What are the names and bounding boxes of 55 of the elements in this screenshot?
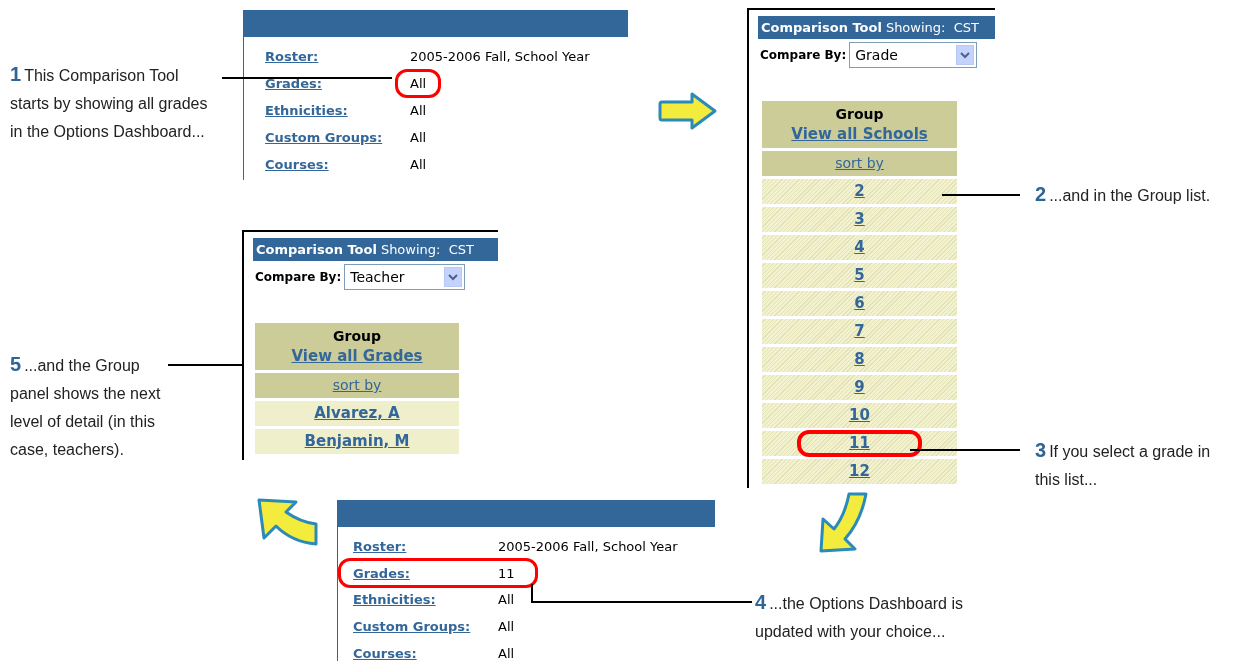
callout-text: 4...the Options Dashboard is updated with your choice... xyxy=(755,590,964,642)
dropdown-caret-icon xyxy=(956,45,975,65)
up-left-arrow-icon xyxy=(256,496,320,548)
sort-by-link[interactable]: sort by xyxy=(332,375,382,396)
dashboard-value: 2005-2006 Fall, School Year xyxy=(410,47,590,66)
dashboard-value: All xyxy=(410,155,427,174)
dashboard-value: All xyxy=(498,591,515,610)
showing-label: Showing: CST xyxy=(885,18,979,37)
dashboard-link[interactable]: Roster: xyxy=(353,536,498,557)
panel-title: Comparison Tool xyxy=(256,240,377,259)
sort-by-link[interactable]: sort by xyxy=(835,153,884,174)
dashboard-value: All xyxy=(395,68,442,99)
group-link[interactable]: 5 xyxy=(846,262,873,289)
compare-by-label: Compare By: xyxy=(760,47,847,64)
dashboard-link[interactable]: Grades: xyxy=(353,563,498,583)
dashboard-value: All xyxy=(410,128,427,147)
dashboard-link[interactable]: Custom Groups: xyxy=(353,617,498,637)
dashboard-link[interactable]: Courses: xyxy=(265,154,410,175)
group-link[interactable]: 10 xyxy=(841,402,878,429)
dropdown-caret-icon xyxy=(444,267,463,287)
dashboard-link[interactable]: Ethnicities: xyxy=(353,590,498,610)
compare-by-select[interactable]: Teacher xyxy=(344,264,466,290)
callout-text: 2...and in the Group list. xyxy=(1035,182,1212,207)
group-link[interactable]: 3 xyxy=(846,206,873,233)
dashboard-link[interactable]: Custom Groups: xyxy=(265,127,410,148)
group-link[interactable]: Benjamin, M xyxy=(296,428,418,455)
callout-text: 3 If you select a grade in this list... xyxy=(1035,438,1212,490)
group-heading: Group xyxy=(835,105,884,124)
compare-by-select[interactable]: Grade xyxy=(849,42,978,68)
group-link[interactable]: 9 xyxy=(846,374,873,401)
callout-text: 1This Comparison Tool starts by showing all grades in the Options Dashboard... xyxy=(10,62,209,142)
group-link[interactable]: 4 xyxy=(846,234,873,261)
group-link[interactable]: 6 xyxy=(846,290,873,317)
group-link[interactable]: 12 xyxy=(841,458,878,485)
panel-title: Comparison Tool xyxy=(761,18,882,37)
group-link[interactable]: 7 xyxy=(846,318,873,345)
group-heading: Group xyxy=(333,327,381,346)
dashboard-value: 11 xyxy=(498,564,515,583)
down-left-arrow-icon xyxy=(817,491,869,555)
dashboard-link[interactable]: Courses: xyxy=(353,643,498,661)
view-all-link[interactable]: View all Schools xyxy=(791,124,928,144)
group-link[interactable]: 8 xyxy=(846,346,873,373)
showing-label: Showing: CST xyxy=(380,240,474,259)
group-link[interactable]: 2 xyxy=(846,178,873,205)
dashboard-link[interactable]: Roster: xyxy=(265,46,410,67)
dashboard-value: All xyxy=(498,618,515,637)
view-all-link[interactable]: View all Grades xyxy=(291,346,423,366)
right-arrow-icon xyxy=(657,91,719,131)
callout-text: 5...and the Group panel shows the next level of detail (in this case, teachers). xyxy=(10,352,162,460)
dashboard-value: 2005-2006 Fall, School Year xyxy=(498,537,678,556)
dashboard-value: All xyxy=(498,644,515,661)
dashboard-link[interactable]: Ethnicities: xyxy=(265,100,410,121)
group-link[interactable]: Alvarez, A xyxy=(306,400,408,427)
dashboard-value: All xyxy=(410,101,427,120)
compare-by-label: Compare By: xyxy=(255,269,342,286)
